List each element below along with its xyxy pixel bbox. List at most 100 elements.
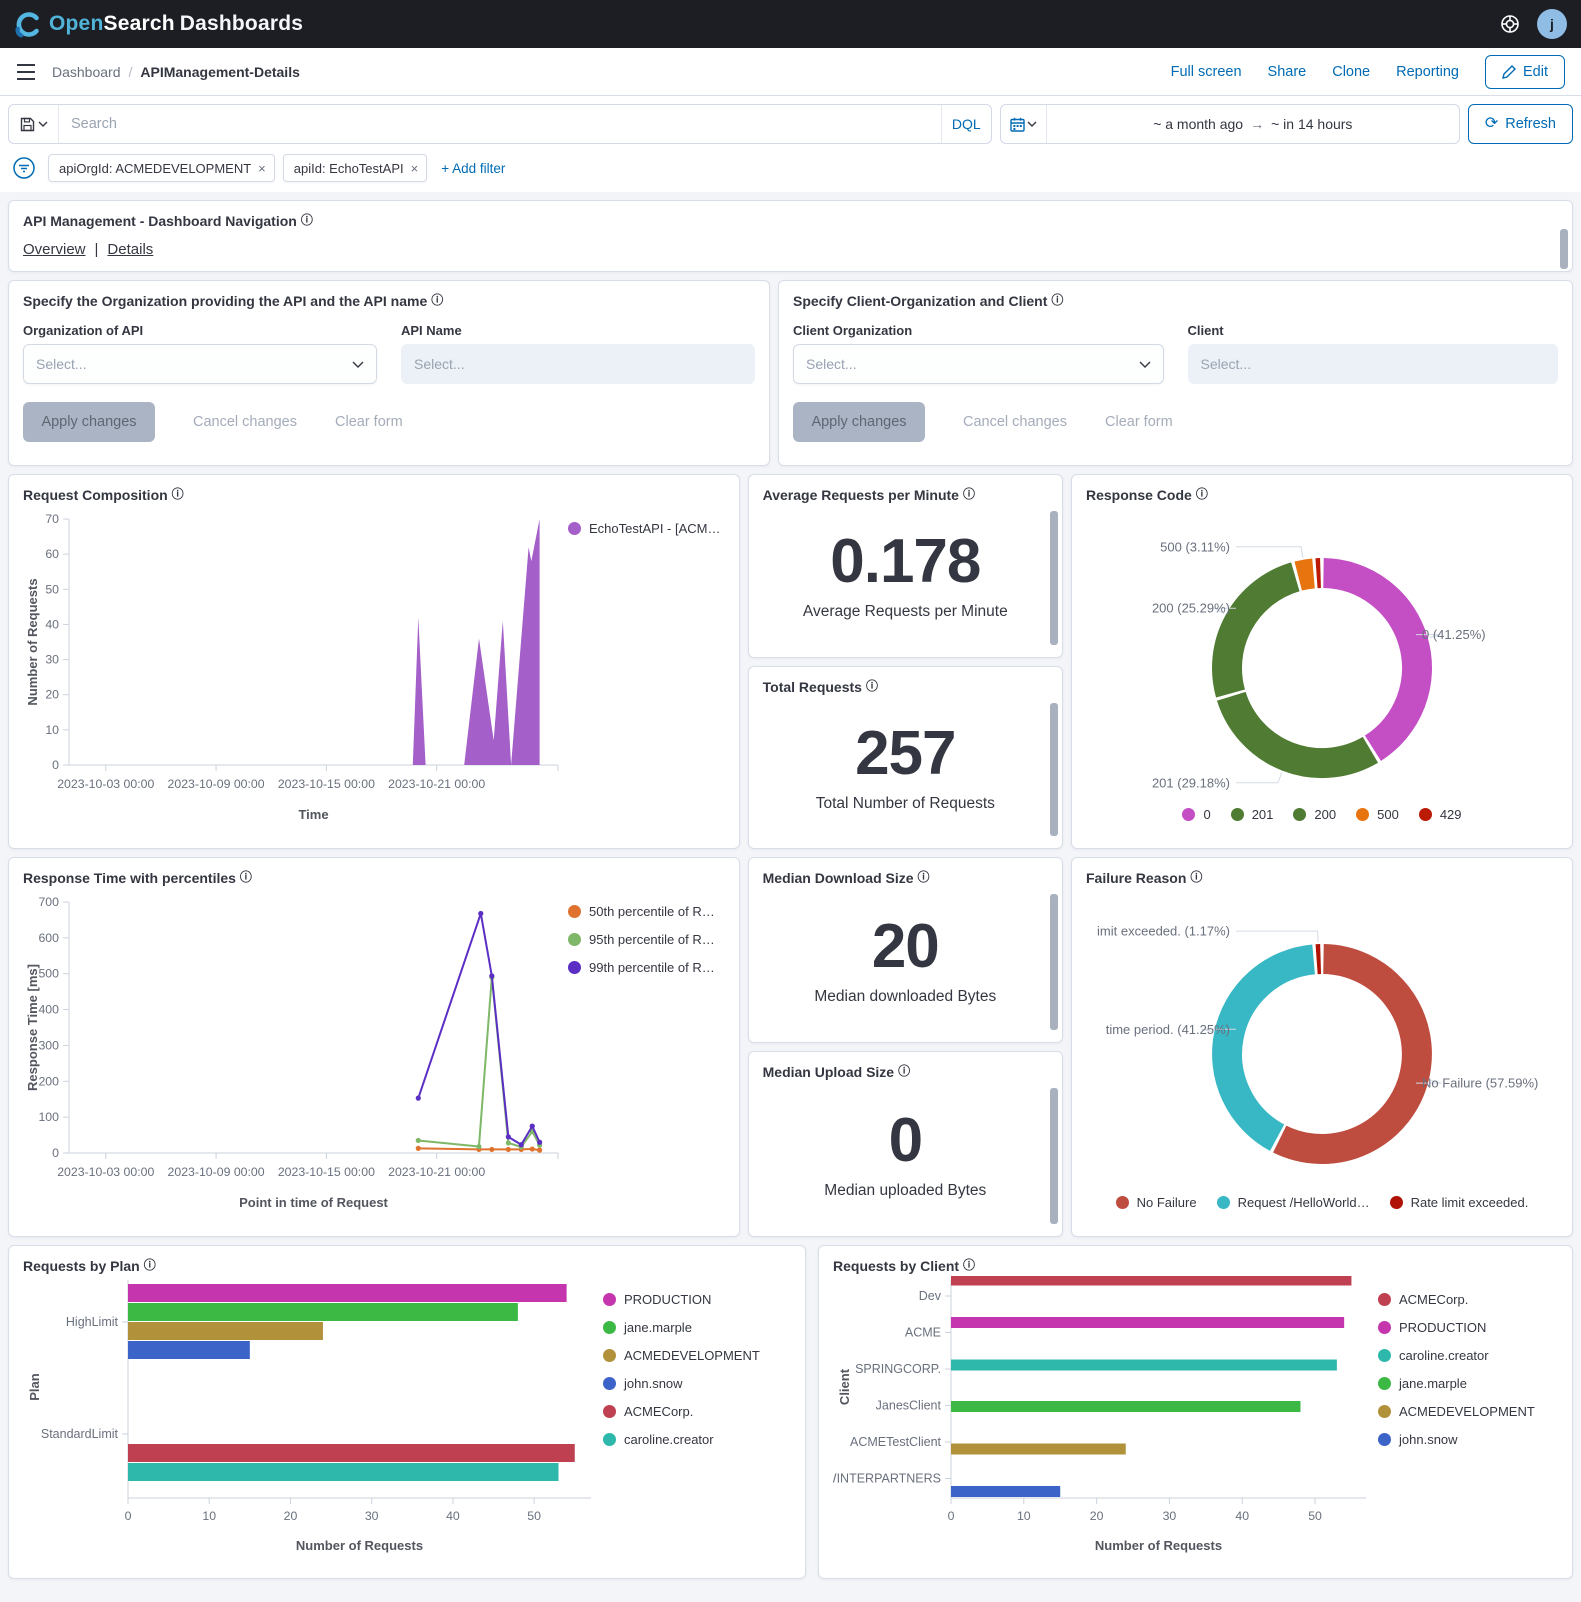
legend-item[interactable]: ACMECorp. (1378, 1292, 1535, 1307)
info-icon[interactable]: ⓘ (866, 680, 878, 692)
chevron-down-icon (1139, 361, 1151, 368)
panel-scrollbar[interactable] (1050, 1088, 1058, 1224)
svg-text:SPRINGCORP.: SPRINGCORP. (855, 1362, 941, 1376)
panel-title: Total Requests (763, 679, 862, 695)
legend-swatch-icon (1231, 808, 1244, 821)
apply-changes-button[interactable]: Apply changes (23, 402, 155, 442)
filter-pill-label: apiId: EchoTestAPI (294, 161, 404, 176)
legend-swatch-icon (603, 1349, 616, 1362)
legend-label: caroline.creator (624, 1432, 714, 1447)
filter-icon[interactable] (12, 156, 36, 180)
legend-item[interactable]: 95th percentile of R… (568, 932, 715, 947)
info-icon[interactable]: ⓘ (431, 294, 443, 306)
menu-hamburger-icon[interactable] (16, 63, 36, 81)
svg-text:ACME: ACME (905, 1326, 941, 1340)
panel-scrollbar[interactable] (1050, 894, 1058, 1030)
panel-title: Median Download Size (763, 870, 914, 886)
close-icon[interactable]: × (258, 161, 266, 176)
clone-link[interactable]: Clone (1332, 64, 1370, 80)
legend-item[interactable]: 99th percentile of R… (568, 960, 715, 975)
info-icon[interactable]: ⓘ (240, 871, 252, 883)
reporting-link[interactable]: Reporting (1396, 64, 1459, 80)
panel-scrollbar[interactable] (1050, 511, 1058, 645)
legend-item[interactable]: Rate limit exceeded. (1390, 1195, 1529, 1210)
help-lifebuoy-icon[interactable] (1499, 13, 1521, 35)
api-name-select[interactable]: Select... (401, 344, 755, 384)
panel-scrollbar[interactable] (1050, 703, 1058, 837)
legend-item[interactable]: ACMECorp. (603, 1404, 760, 1419)
client-select[interactable]: Select... (1188, 344, 1559, 384)
cancel-changes-button[interactable]: Cancel changes (193, 414, 297, 430)
date-from[interactable]: ~ a month ago (1153, 116, 1243, 132)
edit-button[interactable]: Edit (1485, 55, 1565, 89)
apply-changes-button[interactable]: Apply changes (793, 402, 925, 442)
legend-item[interactable]: 50th percentile of R… (568, 904, 715, 919)
info-icon[interactable]: ⓘ (918, 871, 930, 883)
panel-scrollbar[interactable] (1560, 229, 1568, 269)
info-icon[interactable]: ⓘ (963, 1259, 975, 1271)
details-link[interactable]: Details (107, 241, 153, 258)
overview-link[interactable]: Overview (23, 241, 86, 258)
brand-title: OpenSearchDashboards (49, 12, 303, 36)
info-icon[interactable]: ⓘ (1190, 871, 1202, 883)
legend-item[interactable]: jane.marple (603, 1320, 760, 1335)
svg-text:60: 60 (45, 547, 59, 561)
legend-item[interactable]: 500 (1356, 807, 1399, 822)
org-of-api-select[interactable]: Select... (23, 344, 377, 384)
info-icon[interactable]: ⓘ (144, 1259, 156, 1271)
legend-item[interactable]: 0 (1182, 807, 1210, 822)
refresh-button[interactable]: ⟳ Refresh (1468, 104, 1573, 144)
api-name-label: API Name (401, 323, 755, 338)
date-range-display[interactable]: ~ a month ago → ~ in 14 hours (1047, 105, 1459, 143)
legend-item[interactable]: 200 (1293, 807, 1336, 822)
metric-value: 0 (889, 1105, 922, 1176)
legend-label: No Failure (1137, 1195, 1197, 1210)
full-screen-link[interactable]: Full screen (1171, 64, 1242, 80)
legend-item[interactable]: Request /HelloWorld… (1217, 1195, 1370, 1210)
cancel-changes-button[interactable]: Cancel changes (963, 414, 1067, 430)
panel-requests-by-client: Requests by Clientⓘ 01020304050Number of… (818, 1245, 1573, 1579)
search-input[interactable] (59, 105, 941, 143)
info-icon[interactable]: ⓘ (898, 1065, 910, 1077)
legend-item[interactable]: caroline.creator (603, 1432, 760, 1447)
legend-item[interactable]: caroline.creator (1378, 1348, 1535, 1363)
legend-item[interactable]: PRODUCTION (603, 1292, 760, 1307)
client-label: Client (1188, 323, 1559, 338)
legend-item[interactable]: 429 (1419, 807, 1462, 822)
add-filter-button[interactable]: + Add filter (441, 161, 505, 176)
filter-pill-apiorgid[interactable]: apiOrgId: ACMEDEVELOPMENT × (48, 154, 275, 182)
svg-text:50: 50 (45, 582, 59, 596)
saved-query-menu[interactable] (9, 105, 59, 143)
chevron-down-icon (1027, 121, 1037, 127)
info-icon[interactable]: ⓘ (1051, 294, 1063, 306)
opensearch-logo[interactable]: OpenSearchDashboards (14, 11, 303, 38)
filter-pill-apiid[interactable]: apiId: EchoTestAPI × (283, 154, 427, 182)
svg-text:Point in time of Request: Point in time of Request (239, 1195, 388, 1210)
info-icon[interactable]: ⓘ (301, 214, 313, 226)
legend-item[interactable]: EchoTestAPI - [ACM… (568, 521, 720, 536)
clear-form-button[interactable]: Clear form (335, 414, 403, 430)
info-icon[interactable]: ⓘ (963, 488, 975, 500)
client-org-select[interactable]: Select... (793, 344, 1164, 384)
legend-item[interactable]: No Failure (1116, 1195, 1197, 1210)
svg-text:2023-10-21 00:00: 2023-10-21 00:00 (388, 777, 485, 791)
breadcrumb-dashboard[interactable]: Dashboard (52, 64, 121, 80)
info-icon[interactable]: ⓘ (172, 488, 184, 500)
info-icon[interactable]: ⓘ (1196, 488, 1208, 500)
date-quick-menu[interactable] (1001, 105, 1047, 143)
user-avatar[interactable]: j (1537, 9, 1567, 39)
dql-language-button[interactable]: DQL (941, 105, 991, 143)
legend-label: ACMEDEVELOPMENT (1399, 1404, 1535, 1419)
clear-form-button[interactable]: Clear form (1105, 414, 1173, 430)
legend-item[interactable]: 201 (1231, 807, 1274, 822)
legend-item[interactable]: PRODUCTION (1378, 1320, 1535, 1335)
close-icon[interactable]: × (411, 161, 419, 176)
legend-item[interactable]: jane.marple (1378, 1376, 1535, 1391)
svg-text:300: 300 (38, 1038, 59, 1052)
legend-item[interactable]: john.snow (603, 1376, 760, 1391)
legend-item[interactable]: ACMEDEVELOPMENT (1378, 1404, 1535, 1419)
legend-item[interactable]: ACMEDEVELOPMENT (603, 1348, 760, 1363)
date-to[interactable]: ~ in 14 hours (1271, 116, 1352, 132)
legend-item[interactable]: john.snow (1378, 1432, 1535, 1447)
share-link[interactable]: Share (1268, 64, 1307, 80)
